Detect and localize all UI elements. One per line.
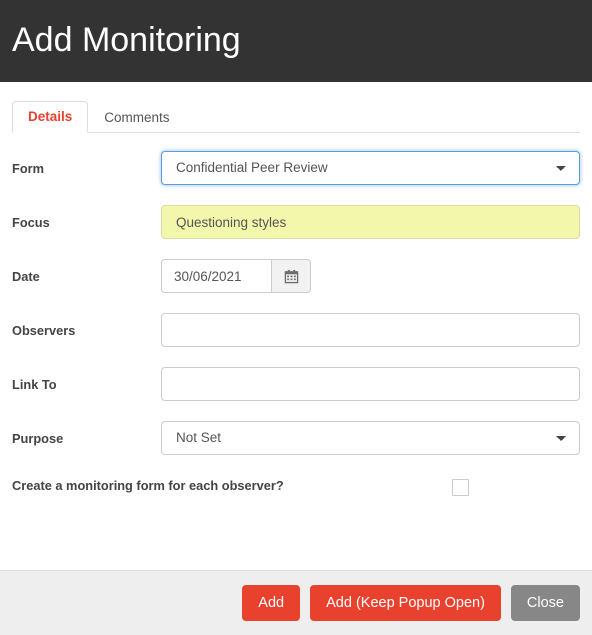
control-area-link-to: [161, 367, 580, 401]
dialog-footer: Add Add (Keep Popup Open) Close: [0, 570, 592, 635]
close-button[interactable]: Close: [510, 585, 580, 621]
control-area-purpose: Not Set: [161, 421, 580, 455]
link-to-input[interactable]: [161, 367, 580, 401]
form-row-form: Form Confidential Peer Review: [12, 151, 580, 185]
tab-details-label: Details: [28, 108, 73, 124]
form-row-observers: Observers: [12, 313, 580, 347]
label-create-per-observer: Create a monitoring form for each observ…: [12, 478, 284, 493]
form-row-create-per-observer: Create a monitoring form for each observ…: [12, 475, 580, 497]
control-area-date: [161, 259, 580, 293]
form-select[interactable]: Confidential Peer Review: [161, 151, 580, 185]
form-row-date: Date: [12, 259, 580, 293]
create-per-observer-checkbox[interactable]: [452, 479, 469, 496]
tabs-container: Details Comments: [0, 82, 592, 133]
add-button[interactable]: Add: [242, 585, 301, 621]
calendar-icon: [284, 269, 299, 284]
tab-details[interactable]: Details: [12, 100, 89, 133]
date-picker-button[interactable]: [271, 259, 311, 293]
tab-comments-label: Comments: [104, 109, 170, 125]
label-link-to: Link To: [12, 377, 57, 392]
control-area-observers: [161, 313, 580, 347]
form-row-link-to: Link To: [12, 367, 580, 401]
label-focus: Focus: [12, 215, 50, 230]
date-input-group: [161, 259, 580, 293]
label-form: Form: [12, 161, 44, 176]
dialog-header: Add Monitoring: [0, 0, 592, 82]
add-keep-popup-open-button[interactable]: Add (Keep Popup Open): [310, 585, 501, 621]
date-input[interactable]: [161, 259, 271, 293]
purpose-select[interactable]: Not Set: [161, 421, 580, 455]
control-area-form: Confidential Peer Review: [161, 151, 580, 185]
label-observers: Observers: [12, 323, 76, 338]
tab-strip: Details Comments: [12, 100, 580, 133]
add-monitoring-dialog: Add Monitoring Details Comments Form Con…: [0, 0, 592, 635]
control-area-focus: [161, 205, 580, 239]
tab-comments[interactable]: Comments: [88, 102, 185, 133]
form-body: Form Confidential Peer Review Focus Date: [0, 133, 592, 570]
label-date: Date: [12, 269, 40, 284]
label-purpose: Purpose: [12, 431, 64, 446]
form-row-focus: Focus: [12, 205, 580, 239]
page-title: Add Monitoring: [12, 21, 241, 60]
focus-input[interactable]: [161, 205, 580, 239]
observers-input[interactable]: [161, 313, 580, 347]
form-row-purpose: Purpose Not Set: [12, 421, 580, 455]
